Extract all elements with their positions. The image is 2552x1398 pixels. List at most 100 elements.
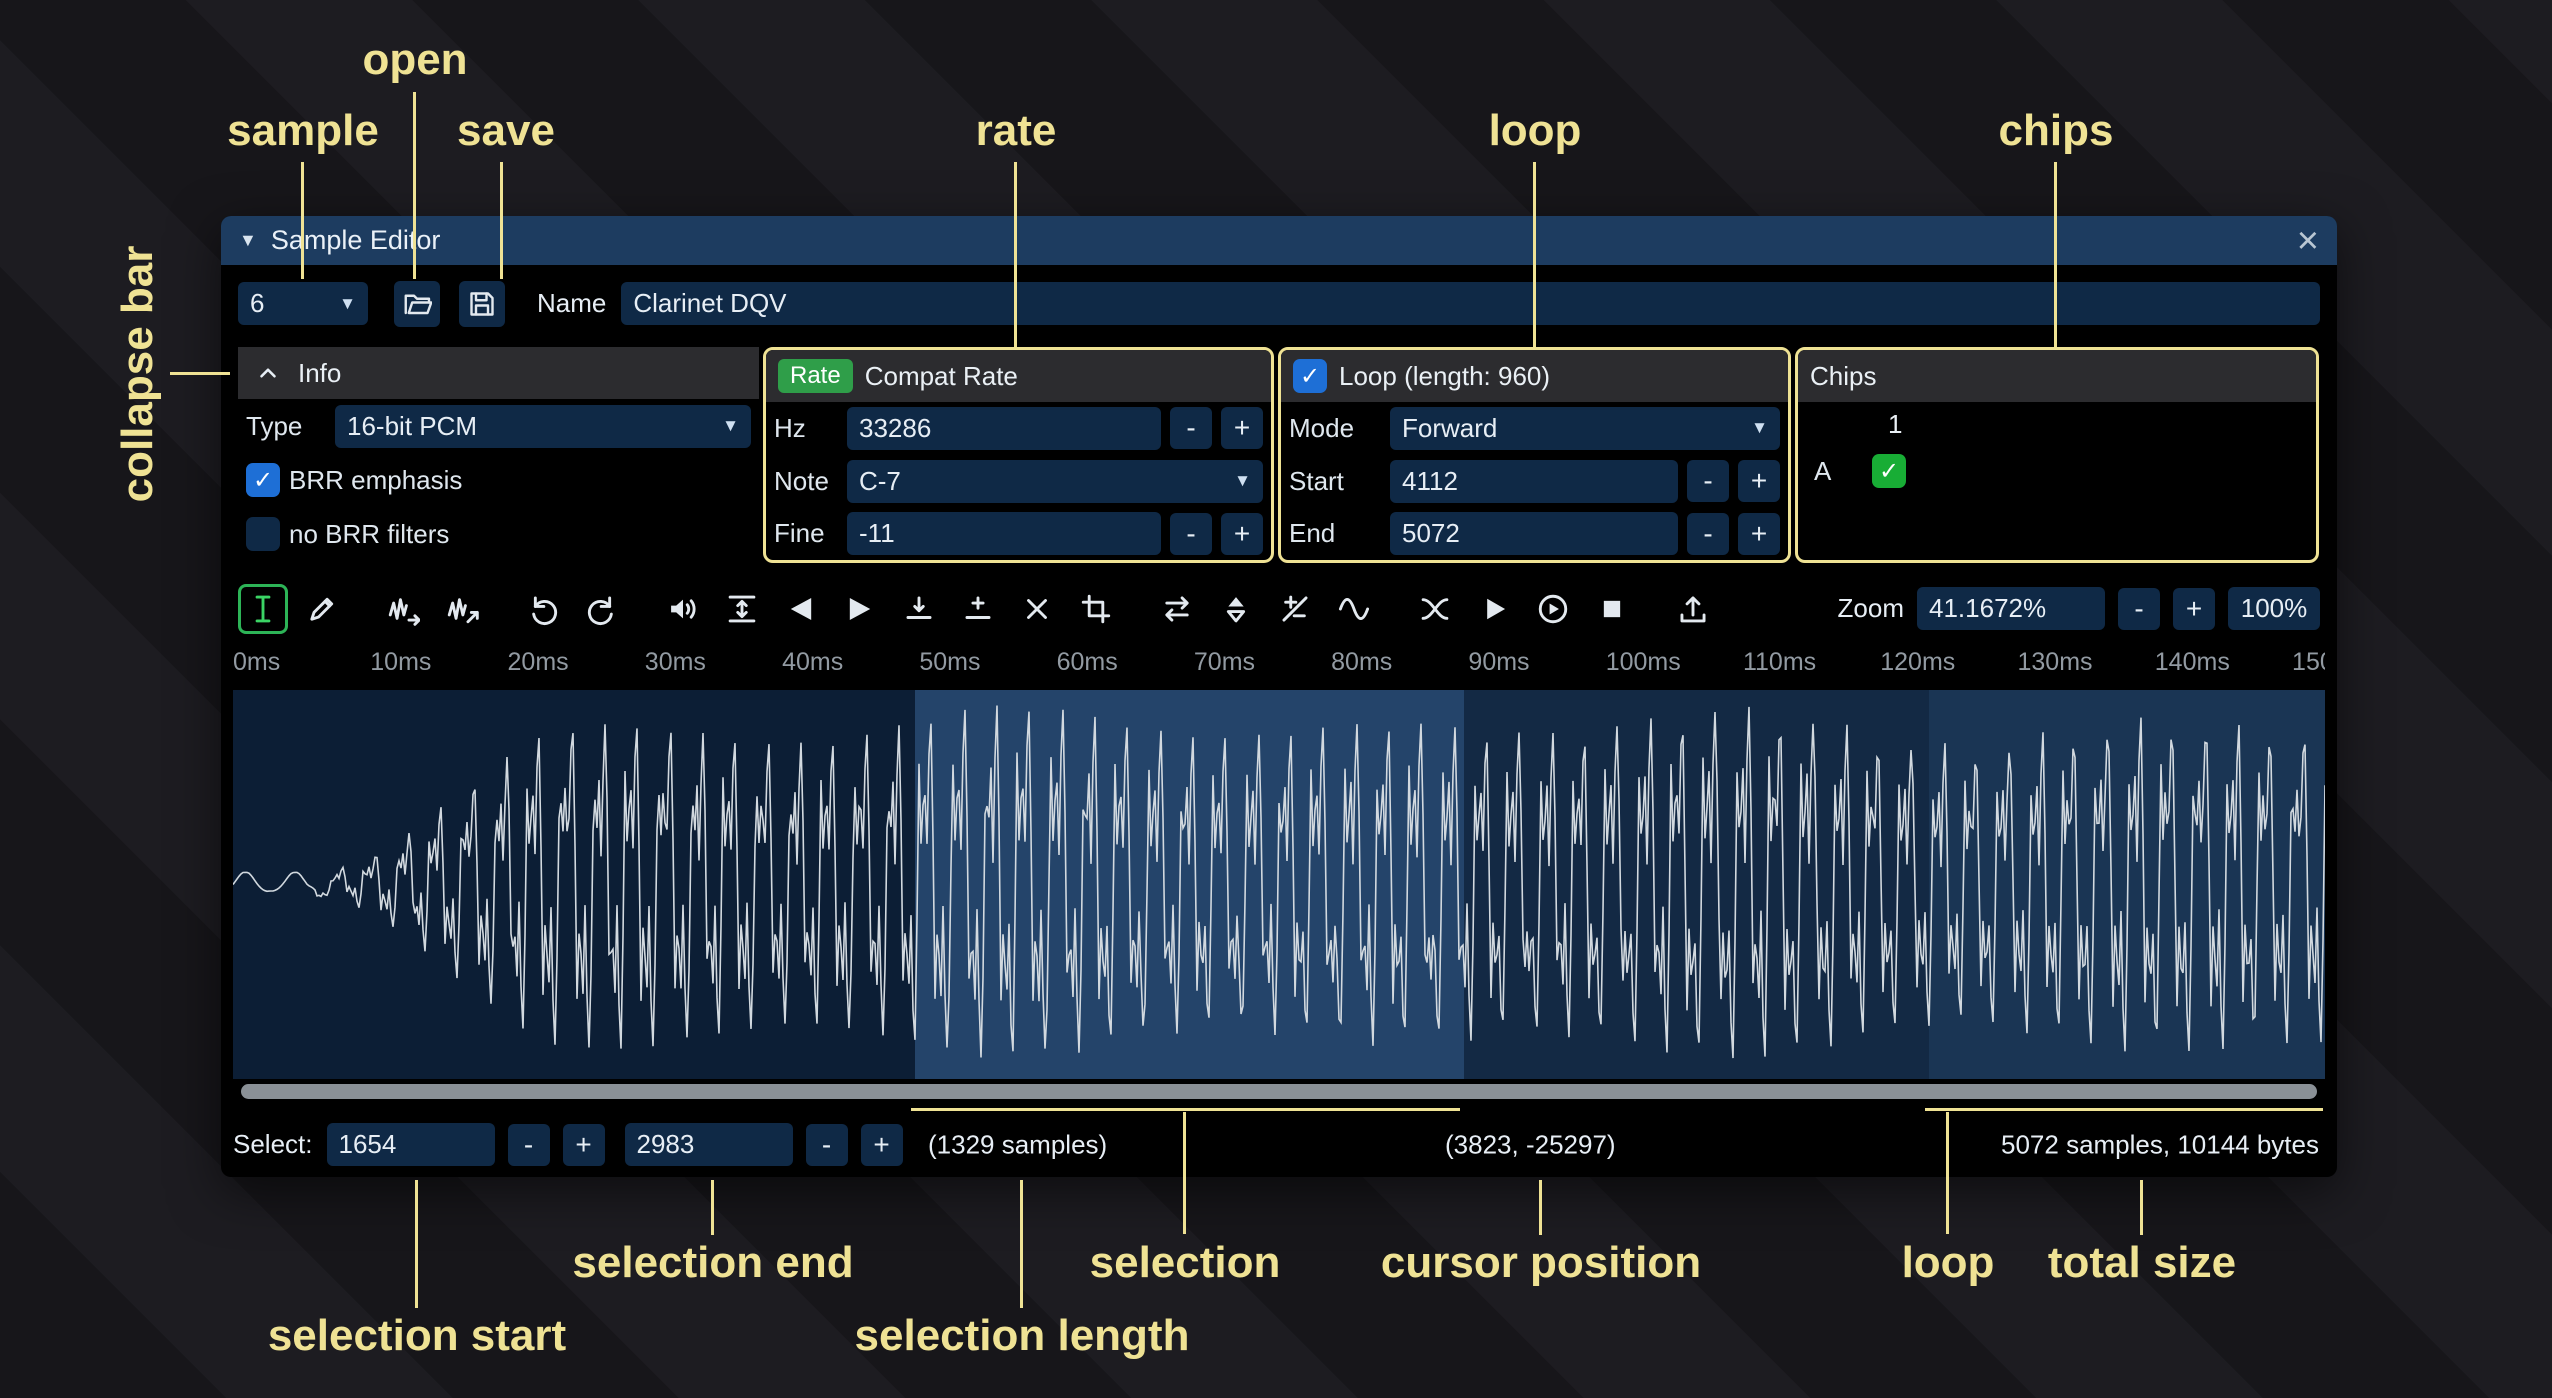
resize-button[interactable]	[378, 584, 428, 634]
trim-icon	[1079, 592, 1113, 626]
crossfade-icon	[1418, 592, 1452, 626]
status-bar: Select: 1654 - + 2983 - + (1329 samples)…	[233, 1120, 2325, 1169]
selection-start-input[interactable]: 1654	[327, 1123, 495, 1166]
zoom-in-button[interactable]: +	[2173, 588, 2215, 630]
hz-input[interactable]: 33286	[847, 407, 1161, 450]
apply-silence-button[interactable]	[953, 584, 1003, 634]
annotation-line-loop	[1533, 162, 1536, 347]
timeline-label: 100ms	[1606, 648, 1681, 677]
save-button[interactable]	[459, 281, 505, 327]
fine-decrease-button[interactable]: -	[1170, 513, 1212, 555]
annotation-bracket-selection	[911, 1108, 1460, 1111]
annotation-label-total-size: total size	[2048, 1238, 2236, 1288]
zoom-reset-button[interactable]: 100%	[2228, 587, 2320, 630]
annotation-label-collapse-bar: collapse bar	[113, 246, 163, 503]
selection-end-increase-button[interactable]: +	[861, 1124, 903, 1166]
collapse-bar-button[interactable]	[250, 355, 286, 391]
sample-number-select[interactable]: 6 ▼	[238, 282, 368, 325]
preview-button[interactable]	[1469, 584, 1519, 634]
annotation-line-open	[413, 92, 416, 279]
loop-panel: ✓ Loop (length: 960) Mode Forward ▼ Star…	[1278, 347, 1791, 563]
annotation-line-total-size	[2140, 1180, 2143, 1235]
loop-start-decrease-button[interactable]: -	[1687, 460, 1729, 502]
type-row: Type 16-bit PCM ▼	[238, 399, 759, 453]
chips-panel-header: Chips	[1798, 350, 2316, 402]
waveform-scrollbar[interactable]	[241, 1084, 2317, 1099]
chevron-down-icon: ▼	[712, 416, 739, 436]
chip-row: A ✓	[1798, 446, 2316, 496]
delete-button[interactable]	[1012, 584, 1062, 634]
hz-label: Hz	[774, 413, 838, 444]
normalize-button[interactable]	[717, 584, 767, 634]
undo-button[interactable]	[518, 584, 568, 634]
select-label: Select:	[233, 1129, 313, 1160]
annotation-line-chips	[2054, 162, 2057, 347]
note-select[interactable]: C-7 ▼	[847, 460, 1263, 503]
brr-emphasis-checkbox[interactable]: ✓	[246, 463, 280, 497]
window-collapse-icon[interactable]: ▼	[239, 230, 257, 251]
selection-start-decrease-button[interactable]: -	[508, 1124, 550, 1166]
selection-end-input[interactable]: 2983	[625, 1123, 793, 1166]
delete-icon	[1020, 592, 1054, 626]
rate-header-label: Compat Rate	[865, 361, 1018, 392]
loop-start-increase-button[interactable]: +	[1738, 460, 1780, 502]
fade-out-button[interactable]	[835, 584, 885, 634]
invert-icon	[1219, 592, 1253, 626]
edit-draw-button[interactable]	[297, 584, 347, 634]
cursor-position-text: (3823, -25297)	[1445, 1129, 1616, 1160]
invert-button[interactable]	[1211, 584, 1261, 634]
zoom-out-button[interactable]: -	[2118, 588, 2160, 630]
close-icon[interactable]: ×	[2297, 222, 2319, 260]
loop-end-decrease-button[interactable]: -	[1687, 513, 1729, 555]
loop-enable-checkbox[interactable]: ✓	[1293, 359, 1327, 393]
loop-start-row: Start 4112 - +	[1281, 455, 1788, 508]
hz-decrease-button[interactable]: -	[1170, 407, 1212, 449]
filter-button[interactable]	[1329, 584, 1379, 634]
edit-select-button[interactable]	[238, 584, 288, 634]
amplify-button[interactable]	[658, 584, 708, 634]
waveform-display[interactable]	[233, 690, 2325, 1079]
fine-input[interactable]: -11	[847, 512, 1161, 555]
annotation-line-sample	[301, 162, 304, 279]
loop-end-increase-button[interactable]: +	[1738, 513, 1780, 555]
type-select[interactable]: 16-bit PCM ▼	[335, 405, 751, 448]
chip-enable-checkbox[interactable]: ✓	[1872, 454, 1906, 488]
check-icon: ✓	[1300, 362, 1320, 391]
fine-increase-button[interactable]: +	[1221, 513, 1263, 555]
redo-button[interactable]	[577, 584, 627, 634]
edit-select-icon	[246, 592, 280, 626]
sign-button[interactable]	[1270, 584, 1320, 634]
chevron-down-icon: ▼	[1224, 471, 1251, 491]
loop-start-input[interactable]: 4112	[1390, 460, 1678, 503]
hz-increase-button[interactable]: +	[1221, 407, 1263, 449]
selection-start-increase-button[interactable]: +	[563, 1124, 605, 1166]
zoom-input[interactable]: 41.1672%	[1917, 587, 2105, 630]
trim-button[interactable]	[1071, 584, 1121, 634]
annotation-line-selection-length	[1020, 1180, 1023, 1308]
preview-loop-button[interactable]	[1528, 584, 1578, 634]
resample-button[interactable]	[437, 584, 487, 634]
reverse-button[interactable]	[1152, 584, 1202, 634]
annotation-label-chips: chips	[1999, 106, 2114, 156]
fade-in-button[interactable]	[776, 584, 826, 634]
chips-panel: Chips 1 A ✓	[1795, 347, 2319, 563]
loop-end-input[interactable]: 5072	[1390, 512, 1678, 555]
info-header-label: Info	[298, 358, 341, 389]
fine-label: Fine	[774, 518, 838, 549]
fade-out-icon	[843, 592, 877, 626]
total-size-text: 5072 samples, 10144 bytes	[2001, 1129, 2319, 1160]
open-button[interactable]	[394, 281, 440, 327]
chip-row-label: A	[1814, 456, 1872, 487]
brr-emphasis-label: BRR emphasis	[289, 465, 462, 496]
sample-name-input[interactable]: Clarinet DQV	[621, 282, 2320, 325]
insert-silence-button[interactable]	[894, 584, 944, 634]
upload-button[interactable]	[1668, 584, 1718, 634]
selection-end-decrease-button[interactable]: -	[806, 1124, 848, 1166]
waveform-line	[233, 706, 2325, 1059]
crossfade-button[interactable]	[1410, 584, 1460, 634]
titlebar: ▼ Sample Editor ×	[221, 216, 2337, 265]
stop-button[interactable]	[1587, 584, 1637, 634]
loop-mode-select[interactable]: Forward ▼	[1390, 407, 1780, 450]
no-brr-filters-checkbox[interactable]	[246, 517, 280, 551]
type-value: 16-bit PCM	[347, 411, 477, 442]
